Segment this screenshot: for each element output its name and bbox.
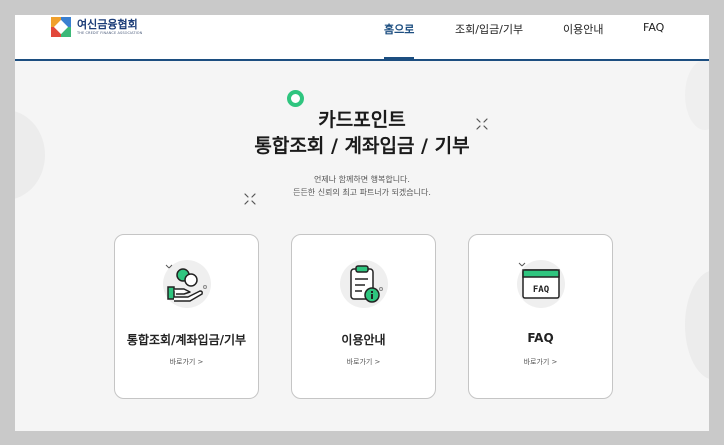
card-title: 통합조회/계좌입금/기부 bbox=[126, 333, 247, 347]
card-inquiry-deposit-donate[interactable]: 통합조회/계좌입금/기부 바로가기 > bbox=[114, 234, 259, 399]
logo-mark-icon bbox=[51, 17, 71, 37]
svg-text:FAQ: FAQ bbox=[533, 285, 550, 295]
decorative-ring bbox=[287, 90, 304, 107]
hero-subtitle-line2: 든든한 신뢰의 최고 파트너가 되겠습니다. bbox=[293, 188, 431, 197]
page-frame: 여신금융협회 THE CREDIT FINANCE ASSOCIATION 홈으… bbox=[15, 15, 709, 431]
faq-window-icon: FAQ bbox=[517, 260, 565, 308]
card-link[interactable]: 바로가기 > bbox=[292, 357, 435, 367]
nav-guide[interactable]: 이용안내 bbox=[563, 21, 603, 37]
logo-name: 여신금융협회 bbox=[77, 17, 138, 31]
card-guide[interactable]: 이용안내 바로가기 > bbox=[291, 234, 436, 399]
clipboard-info-icon bbox=[340, 260, 388, 308]
card-title: 이용안내 bbox=[341, 333, 386, 347]
logo[interactable]: 여신금융협회 THE CREDIT FINANCE ASSOCIATION bbox=[51, 17, 142, 37]
card-link[interactable]: 바로가기 > bbox=[469, 357, 612, 367]
card-link[interactable]: 바로가기 > bbox=[115, 357, 258, 367]
hero-title-line1: 카드포인트 bbox=[318, 109, 406, 131]
hero-subtitle-line1: 언제나 함께하면 행복합니다. bbox=[314, 175, 410, 184]
top-header: 여신금융협회 THE CREDIT FINANCE ASSOCIATION 홈으… bbox=[15, 15, 709, 60]
coin-hand-icon bbox=[163, 260, 211, 308]
nav-home[interactable]: 홈으로 bbox=[384, 21, 414, 37]
nav-faq[interactable]: FAQ bbox=[643, 21, 664, 34]
hero-title-line2: 통합조회 / 계좌입금 / 기부 bbox=[254, 135, 470, 157]
nav-inquiry-deposit-donate[interactable]: 조회/입금/기부 bbox=[455, 21, 523, 37]
header-divider bbox=[15, 59, 709, 61]
card-faq[interactable]: FAQ FAQ 바로가기 > bbox=[468, 234, 613, 399]
logo-subtitle: THE CREDIT FINANCE ASSOCIATION bbox=[77, 30, 143, 35]
card-title: FAQ bbox=[527, 331, 554, 345]
